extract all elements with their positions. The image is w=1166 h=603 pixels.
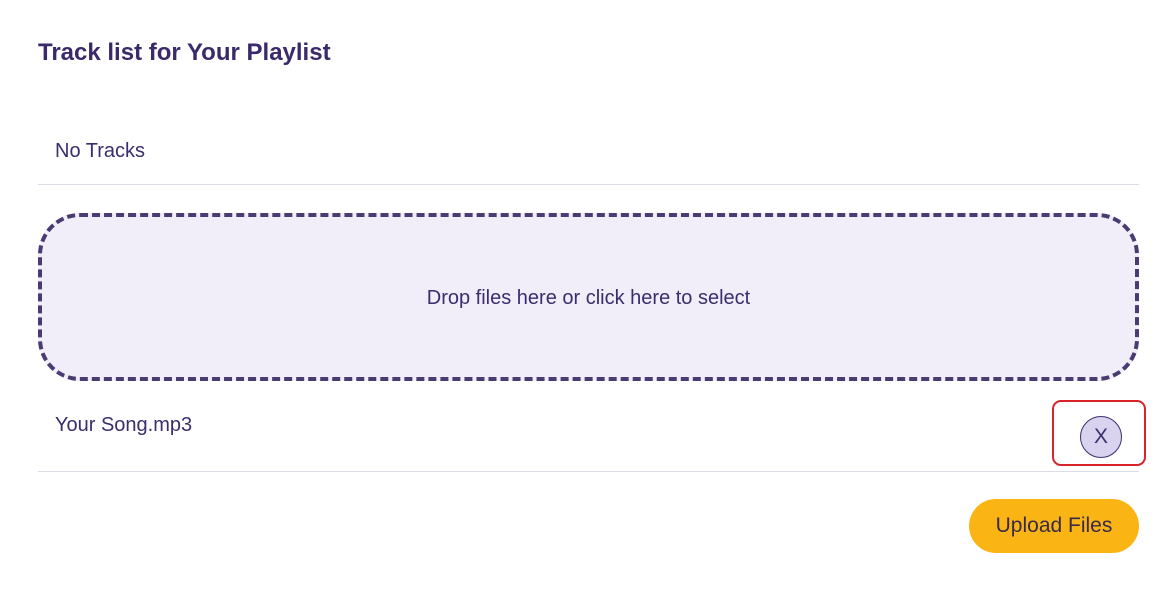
track-list-empty-row: No Tracks: [38, 128, 1139, 185]
page-title: Track list for Your Playlist: [38, 39, 331, 66]
file-list-item: Your Song.mp3 X: [38, 395, 1146, 472]
remove-file-button[interactable]: X: [1080, 416, 1122, 458]
upload-files-button[interactable]: Upload Files: [969, 499, 1139, 553]
remove-button-highlight: X: [1052, 400, 1146, 466]
file-dropzone[interactable]: Drop files here or click here to select: [38, 213, 1139, 381]
playlist-upload-page: Track list for Your Playlist No Tracks D…: [0, 0, 1166, 603]
file-name: Your Song.mp3: [55, 414, 193, 436]
no-tracks-label: No Tracks: [55, 140, 146, 162]
dropzone-label: Drop files here or click here to select: [426, 286, 751, 309]
